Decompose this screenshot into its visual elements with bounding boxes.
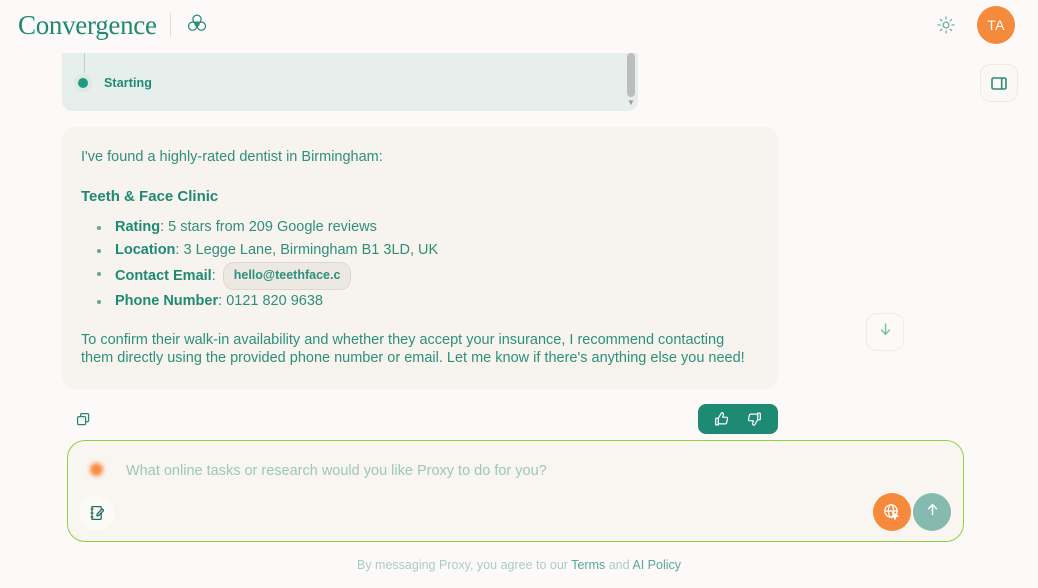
- status-label: Starting: [104, 76, 153, 90]
- list-item: Phone Number: 0121 820 9638: [81, 290, 754, 313]
- assistant-message-bubble: I've found a highly-rated dentist in Bir…: [62, 127, 778, 390]
- fact-separator: :: [160, 219, 169, 236]
- sun-icon[interactable]: [933, 12, 959, 38]
- ai-policy-link[interactable]: AI Policy: [632, 558, 681, 572]
- fact-label: Location: [115, 242, 176, 259]
- app-header: Convergence TA: [0, 0, 1038, 50]
- search-input[interactable]: [126, 463, 866, 479]
- footer-prefix: By messaging Proxy, you agree to our: [356, 558, 572, 572]
- fact-separator: :: [218, 293, 227, 310]
- brand-divider: [169, 13, 171, 37]
- scroll-to-bottom-button[interactable]: [866, 313, 904, 351]
- feedback-pill: [698, 404, 778, 435]
- legal-footer: By messaging Proxy, you agree to our Ter…: [0, 558, 1038, 572]
- header-actions: TA: [933, 6, 1020, 44]
- panel-layout-icon[interactable]: [980, 64, 1018, 102]
- clinic-facts-list: Rating: 5 stars from 209 Google reviews …: [81, 216, 754, 313]
- fact-value: 0121 820 9638: [226, 293, 323, 310]
- status-dot-icon: [78, 78, 88, 88]
- clinic-name: Teeth & Face Clinic: [81, 188, 219, 206]
- message-action-row: [62, 401, 778, 437]
- footer-middle: and: [605, 558, 633, 572]
- email-chip[interactable]: hello@teethface.c: [222, 262, 352, 291]
- composer-actions: [873, 493, 951, 531]
- message-outro: To confirm their walk-in availability an…: [81, 332, 745, 367]
- arrow-down-icon: [877, 321, 894, 343]
- timeline-connector: [84, 53, 85, 73]
- list-item: Rating: 5 stars from 209 Google reviews: [81, 216, 754, 239]
- arrow-up-icon: [924, 501, 941, 523]
- brand-name: Convergence: [18, 9, 157, 40]
- globe-cursor-icon[interactable]: [873, 493, 911, 531]
- send-button[interactable]: [913, 493, 951, 531]
- timeline-step[interactable]: Starting: [78, 76, 152, 90]
- fact-label: Phone Number: [115, 293, 219, 310]
- fact-label: Contact Email: [115, 267, 212, 284]
- agent-progress-panel[interactable]: Starting ▼: [62, 53, 638, 111]
- fact-separator: :: [211, 267, 220, 284]
- list-item: Contact Email: hello@teethface.c: [81, 262, 754, 291]
- message-intro: I've found a highly-rated dentist in Bir…: [81, 149, 383, 165]
- progress-panel-scrollbar[interactable]: [627, 53, 635, 97]
- message-composer[interactable]: [67, 440, 964, 542]
- list-item: Location: 3 Legge Lane, Birmingham B1 3L…: [81, 239, 754, 262]
- copy-icon[interactable]: [72, 408, 94, 430]
- avatar[interactable]: TA: [977, 6, 1015, 44]
- brand[interactable]: Convergence: [18, 10, 210, 41]
- fact-value: 5 stars from 209 Google reviews: [168, 219, 377, 236]
- fact-value: 3 Legge Lane, Birmingham B1 3LD, UK: [183, 242, 439, 259]
- orange-status-dot-icon: [90, 463, 103, 476]
- chat-column: Starting ▼ I've found a highly-rated den…: [62, 50, 778, 437]
- chevron-down-icon[interactable]: ▼: [627, 99, 635, 107]
- thumbs-up-icon[interactable]: [712, 409, 732, 429]
- thumbs-down-icon[interactable]: [744, 409, 764, 429]
- note-edit-icon[interactable]: [79, 495, 115, 531]
- triquetra-logo-icon: [184, 10, 210, 41]
- fact-label: Rating: [115, 219, 161, 236]
- terms-link[interactable]: Terms: [571, 558, 605, 572]
